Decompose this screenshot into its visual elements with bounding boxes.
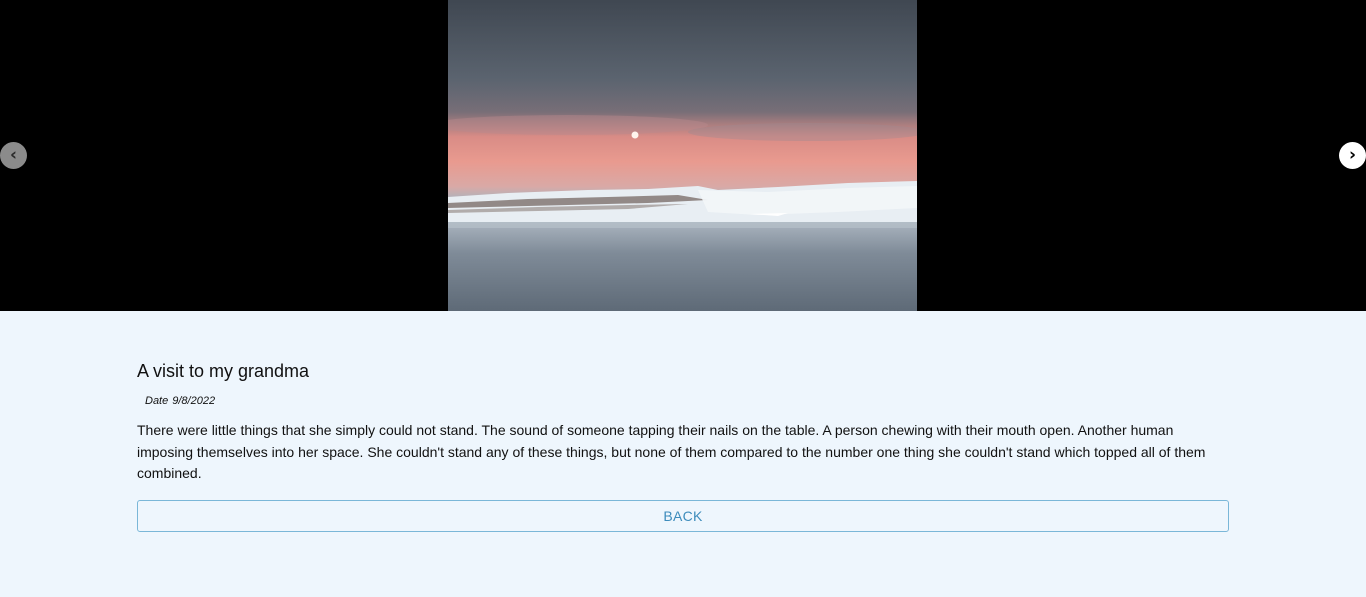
- post-date: Date 9/8/2022: [145, 394, 1229, 408]
- post-date-label: Date: [145, 395, 169, 407]
- image-carousel: ‹ ›: [0, 0, 1366, 311]
- post-title: A visit to my grandma: [137, 361, 310, 381]
- chevron-left-icon: ‹: [9, 145, 17, 165]
- chevron-right-icon: ›: [1348, 145, 1356, 165]
- post-body: There were little things that she simply…: [137, 422, 1206, 481]
- carousel-next-button[interactable]: ›: [1339, 142, 1366, 169]
- carousel-prev-button[interactable]: ‹: [0, 142, 27, 169]
- post-content: A visit to my grandma Date 9/8/2022 There…: [137, 311, 1229, 532]
- back-button[interactable]: BACK: [137, 499, 1229, 532]
- post-date-value: 9/8/2022: [172, 395, 216, 407]
- carousel-slide-image: [448, 0, 917, 311]
